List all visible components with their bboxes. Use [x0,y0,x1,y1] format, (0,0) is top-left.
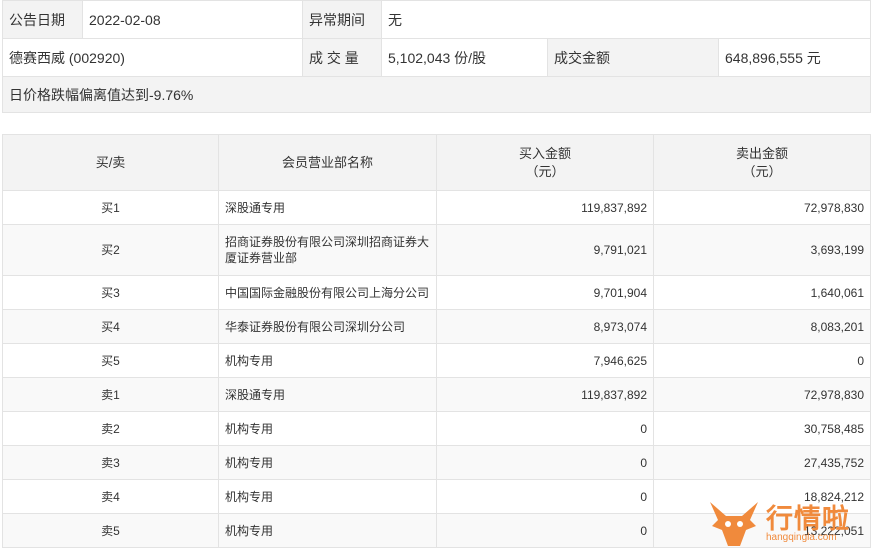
bull-logo-icon [710,502,758,546]
row-buy-amount: 9,701,904 [436,275,654,310]
stock-name: 德赛西威 (002920) [2,38,303,77]
table-header-row: 买/卖 会员营业部名称 买入金额 （元） 卖出金额 （元） [2,134,871,191]
row-branch-name: 机构专用 [218,513,437,548]
row-buy-amount: 7,946,625 [436,343,654,378]
reason-text: 日价格跌幅偏离值达到-9.76% [2,76,871,113]
row-branch-name: 招商证券股份有限公司深圳招商证券大厦证券营业部 [218,224,437,276]
row-side: 买4 [2,309,219,344]
row-sell-amount: 8,083,201 [653,309,871,344]
row-side: 卖1 [2,377,219,412]
row-buy-amount: 119,837,892 [436,377,654,412]
volume-label: 成 交 量 [302,38,382,77]
row-side: 卖4 [2,479,219,514]
row-side: 卖3 [2,445,219,480]
table-row: 卖3 机构专用 0 27,435,752 [2,445,871,480]
volume-value: 5,102,043 份/股 [381,38,548,77]
row-branch-name: 机构专用 [218,479,437,514]
date-value: 2022-02-08 [82,0,303,39]
announcement-info-table: 公告日期 2022-02-08 异常期间 无 德赛西威 (002920) 成 交… [2,0,871,113]
row-sell-amount: 72,978,830 [653,190,871,225]
row-buy-amount: 9,791,021 [436,224,654,276]
table-row: 卖2 机构专用 0 30,758,485 [2,411,871,446]
row-buy-amount: 0 [436,445,654,480]
table-row: 卖1 深股通专用 119,837,892 72,978,830 [2,377,871,412]
row-side: 卖2 [2,411,219,446]
row-branch-name: 深股通专用 [218,190,437,225]
date-label: 公告日期 [2,0,83,39]
row-side: 买3 [2,275,219,310]
watermark-site: hangqingla.com [766,532,837,543]
row-branch-name: 华泰证券股份有限公司深圳分公司 [218,309,437,344]
row-sell-amount: 0 [653,343,871,378]
row-side: 卖5 [2,513,219,548]
row-buy-amount: 119,837,892 [436,190,654,225]
row-buy-amount: 0 [436,513,654,548]
row-branch-name: 中国国际金融股份有限公司上海分公司 [218,275,437,310]
row-branch-name: 机构专用 [218,445,437,480]
row-sell-amount: 30,758,485 [653,411,871,446]
watermark-logo: 行情啦 hangqingla.com [706,496,870,548]
trading-seats-table: 买/卖 会员营业部名称 买入金额 （元） 卖出金额 （元） 买1 深股通专用 119… [2,134,871,548]
row-buy-amount: 0 [436,479,654,514]
watermark-text: 行情啦 [766,504,850,535]
row-sell-amount: 72,978,830 [653,377,871,412]
row-sell-amount: 3,693,199 [653,224,871,276]
amount-label: 成交金额 [547,38,719,77]
row-branch-name: 机构专用 [218,343,437,378]
row-buy-amount: 8,973,074 [436,309,654,344]
table-row: 买2 招商证券股份有限公司深圳招商证券大厦证券营业部 9,791,021 3,693,… [2,224,871,276]
row-buy-amount: 0 [436,411,654,446]
header-buy-amount: 买入金额 （元） [436,134,654,191]
amount-value: 648,896,555 元 [718,38,871,77]
table-row: 买3 中国国际金融股份有限公司上海分公司 9,701,904 1,640,061 [2,275,871,310]
table-row: 买4 华泰证券股份有限公司深圳分公司 8,973,074 8,083,201 [2,309,871,344]
row-branch-name: 机构专用 [218,411,437,446]
header-branch-name: 会员营业部名称 [218,134,437,191]
period-value: 无 [381,0,871,39]
row-side: 买1 [2,190,219,225]
row-sell-amount: 1,640,061 [653,275,871,310]
period-label: 异常期间 [302,0,382,39]
table-row: 买1 深股通专用 119,837,892 72,978,830 [2,190,871,225]
row-sell-amount: 27,435,752 [653,445,871,480]
row-side: 买2 [2,224,219,276]
row-side: 买5 [2,343,219,378]
header-side: 买/卖 [2,134,219,191]
row-branch-name: 深股通专用 [218,377,437,412]
table-row: 买5 机构专用 7,946,625 0 [2,343,871,378]
header-sell-amount: 卖出金额 （元） [653,134,871,191]
